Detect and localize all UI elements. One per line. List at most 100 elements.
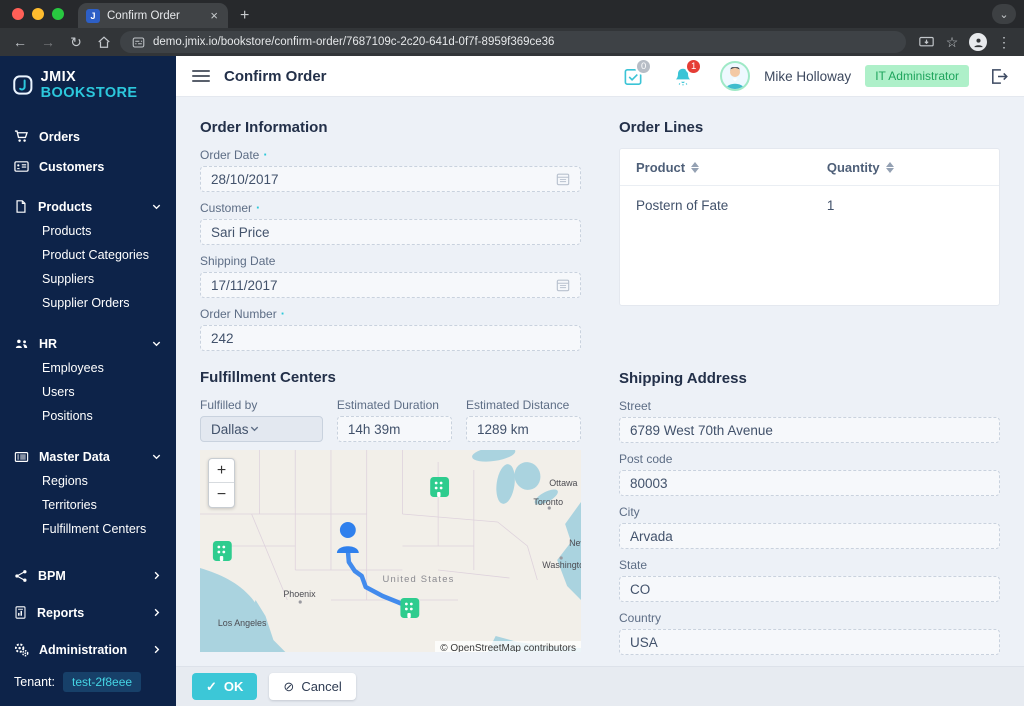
zoom-out-button[interactable]: − [209,483,234,507]
tab-search-button[interactable]: ⌄ [992,4,1016,24]
calendar-icon[interactable] [556,278,570,292]
sidebar-item-regions[interactable]: Regions [0,469,176,493]
sidebar-item-hr[interactable]: HR [0,331,176,356]
tenant-label: Tenant: [14,675,56,689]
sidebar-nav: Orders Customers Products Products Produ… [0,113,176,660]
table-row[interactable]: Postern of Fate 1 [620,186,999,224]
notifications-count-badge: 1 [685,58,703,75]
bookmark-star-icon[interactable]: ☆ [940,31,964,53]
tenant-badge[interactable]: test-2f8eee [63,672,142,692]
estimated-duration-label: Estimated Duration [336,398,439,412]
map-label-phoenix: Phoenix [283,589,316,599]
sidebar-item-suppliers[interactable]: Suppliers [0,267,176,291]
chevron-down-icon [151,451,162,462]
app-header: Confirm Order 0 1 Mike Holloway IT Admin… [176,56,1024,97]
fulfillment-centers-title: Fulfillment Centers [200,369,336,386]
city-label: City [619,505,640,519]
fulfillment-center-marker[interactable] [212,541,232,561]
list-box-icon [14,451,29,462]
column-header-quantity[interactable]: Quantity [827,160,983,175]
user-avatar[interactable] [720,61,751,91]
required-indicator: · [256,200,261,215]
app-logo[interactable]: JMIX BOOKSTORE [0,56,176,113]
state-field[interactable]: CO [619,576,1000,602]
new-tab-button[interactable]: + [228,3,261,28]
sidebar-item-products-list[interactable]: Products [0,219,176,243]
cancel-button[interactable]: ⊘ Cancel [269,673,356,700]
post-code-field[interactable]: 80003 [619,470,1000,496]
jmix-logo-icon [13,75,33,95]
gears-icon [14,643,29,657]
sidebar-item-reports[interactable]: Reports [0,600,176,625]
back-icon[interactable]: ← [8,31,32,53]
sidebar-item-supplier-orders[interactable]: Supplier Orders [0,291,176,315]
customer-field[interactable]: Sari Price [200,219,581,245]
map-attribution[interactable]: © OpenStreetMap contributors [435,641,581,652]
window-close-button[interactable] [12,8,24,20]
app-logo-text: JMIX BOOKSTORE [40,69,138,101]
ban-icon: ⊘ [283,678,295,694]
install-app-icon[interactable] [914,31,938,53]
sidebar-item-positions[interactable]: Positions [0,404,176,428]
sort-icon[interactable] [885,161,894,173]
sidebar-item-products[interactable]: Products [0,194,176,219]
zoom-in-button[interactable]: + [209,459,234,483]
browser-menu-icon[interactable]: ⋮ [992,31,1016,53]
column-header-product[interactable]: Product [636,160,827,175]
logout-icon[interactable] [989,67,1008,86]
sidebar-item-product-categories[interactable]: Product Categories [0,243,176,267]
site-info-icon[interactable] [132,36,145,49]
route-map[interactable]: + − Los Angeles Phoenix Toronto Ottawa W… [200,450,581,652]
url-text: demo.jmix.io/bookstore/confirm-order/768… [153,36,555,48]
sidebar-item-fulfillment-centers[interactable]: Fulfillment Centers [0,517,176,541]
reload-icon[interactable]: ↻ [64,31,88,53]
ok-button[interactable]: ✓ OK [192,673,258,700]
menu-toggle-icon[interactable] [192,70,210,82]
required-indicator: · [280,306,286,321]
fulfilled-by-label: Fulfilled by [200,398,258,412]
user-name: Mike Holloway [764,68,852,84]
order-date-field[interactable]: 28/10/2017 [200,166,581,192]
window-maximize-button[interactable] [52,8,64,20]
sidebar-item-territories[interactable]: Territories [0,493,176,517]
browser-profile-avatar[interactable] [966,31,990,53]
user-role-badge: IT Administrator [865,65,969,87]
map-canvas: Los Angeles Phoenix Toronto Ottawa Washi… [200,450,581,652]
fulfillment-center-marker-dallas[interactable] [400,598,420,618]
fulfilled-by-select[interactable]: Dallas [200,416,323,442]
messages-button[interactable]: 0 [620,58,653,88]
order-lines-title: Order Lines [619,119,704,136]
url-bar[interactable]: demo.jmix.io/bookstore/confirm-order/768… [120,31,906,53]
street-label: Street [619,399,652,413]
sidebar-item-orders[interactable]: Orders [0,124,176,149]
estimated-distance-label: Estimated Distance [465,398,570,412]
order-lines-table: Product Quantity Postern of Fate 1 [619,148,1000,306]
sidebar-item-administration[interactable]: Administration [0,637,176,660]
city-field[interactable]: Arvada [619,523,1000,549]
forward-icon[interactable]: → [36,31,60,53]
order-number-field[interactable]: 242 [200,325,581,351]
sidebar-item-customers[interactable]: Customers [0,154,176,179]
sidebar-item-employees[interactable]: Employees [0,356,176,380]
country-field[interactable]: USA [619,629,1000,655]
shipping-date-field[interactable]: 17/11/2017 [200,272,581,298]
chevron-right-icon [151,644,162,655]
estimated-duration-field[interactable]: 14h 39m [336,416,452,442]
chevron-down-icon [151,338,162,349]
tab-close-icon[interactable]: × [208,8,220,23]
calendar-icon[interactable] [556,172,570,186]
sidebar-item-bpm[interactable]: BPM [0,563,176,588]
cell-product: Postern of Fate [636,197,729,213]
window-minimize-button[interactable] [32,8,44,20]
sort-icon[interactable] [691,161,700,173]
estimated-distance-field[interactable]: 1289 km [465,416,581,442]
check-icon: ✓ [206,678,217,694]
street-field[interactable]: 6789 West 70th Avenue [619,417,1000,443]
browser-tab[interactable]: J Confirm Order × [78,3,228,28]
sidebar-item-master-data[interactable]: Master Data [0,444,176,469]
browser-toolbar: ← → ↻ demo.jmix.io/bookstore/confirm-ord… [0,28,1024,56]
home-icon[interactable] [92,31,116,53]
notifications-button[interactable]: 1 [670,58,703,88]
sidebar-item-users[interactable]: Users [0,380,176,404]
fulfillment-center-marker[interactable] [430,477,450,497]
